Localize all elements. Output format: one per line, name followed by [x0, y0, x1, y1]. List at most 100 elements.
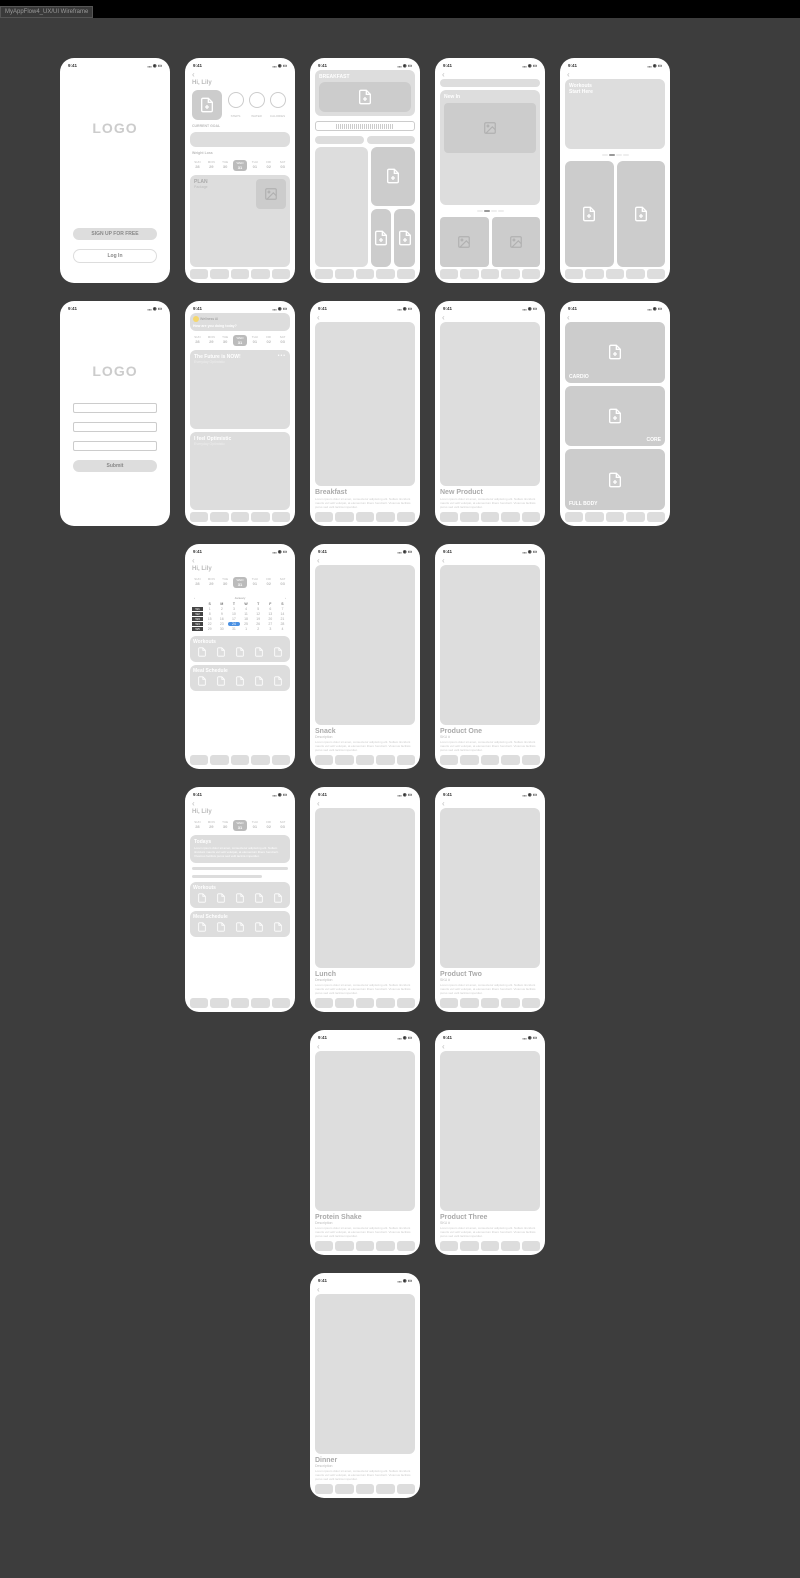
day-thu[interactable]: THU01: [248, 820, 261, 831]
tab-plan[interactable]: [335, 512, 353, 522]
tab-profile[interactable]: [647, 512, 665, 522]
day-thu[interactable]: THU01: [248, 577, 261, 588]
back-icon[interactable]: ‹: [190, 70, 290, 79]
day-sat[interactable]: SAT03: [276, 335, 289, 346]
file-icon[interactable]: [270, 893, 287, 903]
tab-home[interactable]: [190, 998, 208, 1008]
day-thu[interactable]: THU01: [248, 335, 261, 346]
tab-shop[interactable]: [376, 998, 394, 1008]
tab-profile[interactable]: [522, 269, 540, 279]
file-icon[interactable]: [193, 922, 210, 932]
tab-shop[interactable]: [251, 755, 269, 765]
day-sat[interactable]: SAT03: [276, 577, 289, 588]
tab-profile[interactable]: [397, 1241, 415, 1251]
tab-shop[interactable]: [376, 512, 394, 522]
tab-home[interactable]: [315, 755, 333, 765]
file-icon[interactable]: [251, 647, 268, 657]
tab-profile[interactable]: [522, 998, 540, 1008]
tab-meals[interactable]: [356, 998, 374, 1008]
tab-plan[interactable]: [585, 512, 603, 522]
tab-plan[interactable]: [210, 512, 228, 522]
file-icon[interactable]: [251, 922, 268, 932]
file-icon[interactable]: [231, 647, 248, 657]
fullbody-button[interactable]: FULL BODY: [565, 449, 665, 510]
day-mon[interactable]: MON29: [205, 577, 218, 588]
avatar-add[interactable]: [192, 90, 222, 120]
tab-home[interactable]: [565, 512, 583, 522]
add-meal-image[interactable]: [319, 82, 411, 112]
calendar[interactable]: ‹January› SMTWTFSW11234567W2891011121314…: [190, 592, 290, 633]
tab-shop[interactable]: [251, 269, 269, 279]
tab-shop[interactable]: [501, 998, 519, 1008]
tab-profile[interactable]: [522, 1241, 540, 1251]
file-icon[interactable]: [193, 676, 210, 686]
login-button[interactable]: Log In: [73, 249, 157, 263]
tab-home[interactable]: [440, 755, 458, 765]
day-sun[interactable]: SUN28: [191, 335, 204, 346]
tab-plan[interactable]: [335, 998, 353, 1008]
day-mon[interactable]: MON29: [205, 160, 218, 171]
tab-shop[interactable]: [376, 1241, 394, 1251]
tab-shop[interactable]: [501, 512, 519, 522]
tab-home[interactable]: [440, 512, 458, 522]
tab-meals[interactable]: [231, 755, 249, 765]
tab-profile[interactable]: [272, 512, 290, 522]
day-sat[interactable]: SAT03: [276, 820, 289, 831]
tab-home[interactable]: [440, 1241, 458, 1251]
day-sun[interactable]: SUN28: [191, 820, 204, 831]
tab-plan[interactable]: [585, 269, 603, 279]
tab-plan[interactable]: [210, 998, 228, 1008]
tab-shop[interactable]: [626, 512, 644, 522]
tab-plan[interactable]: [335, 269, 353, 279]
day-wed[interactable]: WED31: [233, 577, 248, 588]
tab-home[interactable]: [440, 998, 458, 1008]
day-thu[interactable]: THU01: [248, 160, 261, 171]
tab-shop[interactable]: [501, 1241, 519, 1251]
tab-meals[interactable]: [606, 269, 624, 279]
core-button[interactable]: CORE: [565, 386, 665, 447]
tab-home[interactable]: [190, 269, 208, 279]
file-icon[interactable]: [212, 922, 229, 932]
tab-profile[interactable]: [522, 755, 540, 765]
day-sun[interactable]: SUN28: [191, 577, 204, 588]
tab-plan[interactable]: [335, 1241, 353, 1251]
tab-profile[interactable]: [522, 512, 540, 522]
tab-home[interactable]: [190, 512, 208, 522]
file-icon[interactable]: [231, 922, 248, 932]
tab-home[interactable]: [315, 269, 333, 279]
username-input[interactable]: [73, 403, 157, 413]
tab-home[interactable]: [315, 1484, 333, 1494]
tab-meals[interactable]: [481, 512, 499, 522]
tab-meals[interactable]: [356, 1241, 374, 1251]
file-tab[interactable]: MyAppFlow4_UX/UI Wireframe: [0, 6, 93, 18]
day-tue[interactable]: TUE30: [219, 160, 232, 171]
file-icon[interactable]: [270, 922, 287, 932]
tab-plan[interactable]: [460, 1241, 478, 1251]
file-icon[interactable]: [270, 647, 287, 657]
tab-profile[interactable]: [397, 1484, 415, 1494]
tab-meals[interactable]: [356, 755, 374, 765]
tab-meals[interactable]: [606, 512, 624, 522]
tab-plan[interactable]: [335, 755, 353, 765]
tab-meals[interactable]: [231, 269, 249, 279]
tab-shop[interactable]: [376, 755, 394, 765]
tab-plan[interactable]: [335, 1484, 353, 1494]
submit-button[interactable]: Submit: [73, 460, 157, 472]
file-icon[interactable]: [212, 893, 229, 903]
tab-shop[interactable]: [251, 998, 269, 1008]
day-wed[interactable]: WED31: [233, 820, 248, 831]
barcode-scanner[interactable]: [315, 121, 415, 131]
tab-meals[interactable]: [231, 998, 249, 1008]
tab-meals[interactable]: [356, 512, 374, 522]
tab-meals[interactable]: [356, 1484, 374, 1494]
file-icon[interactable]: [212, 676, 229, 686]
more-icon[interactable]: •••: [278, 353, 286, 359]
file-icon[interactable]: [212, 647, 229, 657]
tab-profile[interactable]: [397, 512, 415, 522]
tab-profile[interactable]: [397, 755, 415, 765]
tab-profile[interactable]: [272, 269, 290, 279]
file-icon[interactable]: [251, 676, 268, 686]
tab-shop[interactable]: [501, 269, 519, 279]
tab-plan[interactable]: [460, 269, 478, 279]
day-wed[interactable]: WED31: [233, 160, 248, 171]
